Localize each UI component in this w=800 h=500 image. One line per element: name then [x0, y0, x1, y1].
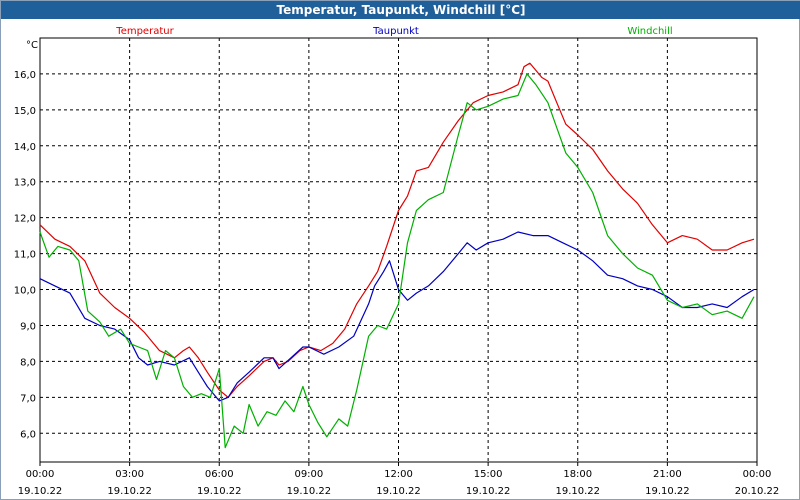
x-tick-date: 19.10.22 — [645, 486, 690, 497]
y-tick-label: 11,0 — [14, 250, 36, 261]
y-tick-label: 12,0 — [14, 214, 36, 225]
x-tick-time: 09:00 — [294, 469, 323, 480]
legend-temperatur: Temperatur — [115, 26, 174, 37]
x-tick-date: 19.10.22 — [107, 486, 152, 497]
x-tick-time: 00:00 — [743, 469, 772, 480]
y-tick-label: 6,0 — [20, 429, 36, 440]
x-tick-date: 20.10.22 — [735, 486, 780, 497]
x-tick-date: 19.10.22 — [287, 486, 332, 497]
chart-canvas: 6,0 7,0 8,0 9,0 10,0 11,0 12,0 13,0 14,0 15,0 16,0… — [14, 26, 780, 497]
y-tick-label: 10,0 — [14, 286, 36, 297]
x-tick-time: 15:00 — [474, 469, 503, 480]
x-tick-date: 19.10.22 — [197, 486, 242, 497]
y-tick-label: 14,0 — [14, 142, 36, 153]
y-tick-label: 7,0 — [20, 393, 36, 404]
x-tick-time: 12:00 — [384, 469, 413, 480]
y-tick-label: 8,0 — [20, 357, 36, 368]
x-tick-date: 19.10.22 — [376, 486, 421, 497]
y-tick-label: 9,0 — [20, 321, 36, 332]
x-tick-date: 19.10.22 — [555, 486, 600, 497]
x-tick-date: 19.10.22 — [18, 486, 63, 497]
x-tick-date: 19.10.22 — [466, 486, 511, 497]
x-tick-time: 21:00 — [653, 469, 682, 480]
x-tick-time: 00:00 — [26, 469, 55, 480]
x-tick-time: 06:00 — [205, 469, 234, 480]
y-axis-label: °C — [26, 40, 38, 51]
legend-windchill: Windchill — [627, 26, 672, 37]
x-tick-time: 03:00 — [115, 469, 144, 480]
x-tick-time: 18:00 — [563, 469, 592, 480]
y-tick-label: 13,0 — [14, 178, 36, 189]
y-tick-label: 16,0 — [14, 70, 36, 81]
legend-taupunkt: Taupunkt — [372, 26, 419, 37]
y-tick-label: 15,0 — [14, 106, 36, 117]
